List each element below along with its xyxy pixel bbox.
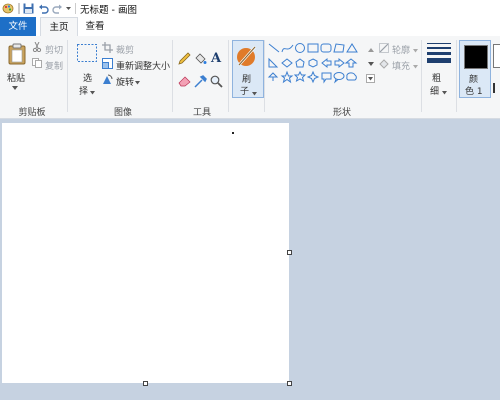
shapes-group-label: 形状	[332, 108, 351, 118]
brush-label-line2: 子	[240, 87, 250, 97]
pencil-icon[interactable]	[178, 52, 191, 68]
svg-text:A: A	[210, 51, 222, 64]
select-dropdown-icon[interactable]	[90, 88, 95, 98]
select-label-line1[interactable]: 选	[83, 71, 92, 84]
resize-label[interactable]: 重新调整大小	[116, 59, 170, 72]
eraser-icon[interactable]	[178, 76, 191, 90]
rotate-dropdown-icon[interactable]	[135, 78, 140, 88]
clipboard-group-label: 剪贴板	[18, 108, 46, 118]
rotate-icon[interactable]	[102, 74, 113, 88]
canvas-dot	[232, 132, 234, 134]
customize-toolbar-chevron-icon[interactable]	[64, 2, 72, 14]
image-group-label: 图像	[113, 108, 132, 118]
crop-label[interactable]: 裁剪	[116, 43, 134, 56]
group-separator	[421, 40, 422, 112]
rotate-label[interactable]: 旋转	[116, 75, 134, 88]
toolbar-divider	[18, 3, 20, 14]
paste-icon[interactable]	[8, 43, 26, 68]
fill-bucket-icon[interactable]	[194, 52, 207, 68]
color-2-label-clipped	[493, 83, 500, 95]
shapes-scroll-up-icon[interactable]	[368, 46, 374, 56]
cut-label[interactable]: 剪切	[45, 43, 63, 56]
fill-dropdown-icon[interactable]	[413, 62, 418, 72]
select-icon[interactable]	[77, 44, 97, 65]
copy-label[interactable]: 复制	[45, 59, 63, 72]
color-2-swatch[interactable]	[493, 44, 500, 68]
paste-label[interactable]: 粘贴	[7, 71, 25, 84]
color-1-label-line2: 色 1	[465, 87, 483, 97]
ribbon-tab-row: 文件 主页 查看	[0, 17, 500, 38]
title-divider	[75, 3, 76, 14]
size-label-line1[interactable]: 粗	[432, 71, 441, 84]
text-tool-icon[interactable]: A	[210, 50, 223, 67]
tab-file[interactable]: 文件	[0, 17, 36, 36]
resize-handle-right[interactable]	[287, 250, 292, 255]
group-separator	[456, 40, 457, 112]
window-title: 无标题 - 画图	[80, 5, 137, 16]
resize-icon[interactable]	[102, 58, 113, 72]
tab-home[interactable]: 主页	[40, 17, 78, 38]
group-separator	[67, 40, 68, 112]
redo-icon[interactable]	[51, 2, 63, 14]
color-1-swatch	[464, 45, 488, 69]
copy-icon[interactable]	[32, 58, 42, 71]
outline-icon[interactable]	[379, 43, 389, 56]
brushes-button[interactable]: 刷 子	[232, 40, 264, 98]
fill-icon[interactable]	[379, 59, 389, 72]
shapes-scroll-down-icon[interactable]	[368, 60, 374, 70]
resize-handle-bottom[interactable]	[143, 381, 148, 386]
outline-dropdown-icon[interactable]	[413, 46, 418, 56]
save-icon[interactable]	[22, 2, 34, 14]
size-lines-icon[interactable]	[427, 42, 451, 67]
group-separator	[228, 40, 229, 112]
cut-icon[interactable]	[32, 41, 42, 55]
outline-label[interactable]: 轮廓	[392, 43, 410, 56]
color-1-button[interactable]: 颜 色 1	[459, 40, 491, 98]
tab-view[interactable]: 查看	[80, 17, 110, 36]
ribbon: 粘贴 剪切 复制 剪贴板 选 择 裁剪 重新调整大小 旋转 图像 A 工具 刷 …	[0, 36, 500, 119]
drawing-canvas[interactable]	[2, 123, 289, 383]
title-bar: 无标题 - 画图	[0, 0, 500, 17]
crop-icon[interactable]	[102, 42, 113, 56]
brush-icon	[235, 43, 260, 71]
undo-icon[interactable]	[37, 2, 49, 14]
magnifier-icon[interactable]	[210, 75, 223, 91]
size-label-line2[interactable]: 细	[430, 84, 439, 97]
color-picker-icon[interactable]	[194, 75, 207, 91]
group-separator	[172, 40, 173, 112]
fill-label[interactable]: 填充	[392, 59, 410, 72]
resize-handle-corner[interactable]	[287, 381, 292, 386]
shapes-expand-icon[interactable]	[366, 74, 375, 86]
shapes-gallery[interactable]	[267, 42, 371, 90]
group-separator	[264, 40, 265, 112]
paint-app-icon[interactable]	[2, 2, 14, 14]
brush-dropdown-icon[interactable]	[252, 89, 257, 99]
select-label-line2[interactable]: 择	[79, 84, 88, 97]
paste-dropdown-icon[interactable]	[12, 84, 18, 94]
tools-group-label: 工具	[192, 108, 211, 118]
size-dropdown-icon[interactable]	[442, 88, 447, 98]
